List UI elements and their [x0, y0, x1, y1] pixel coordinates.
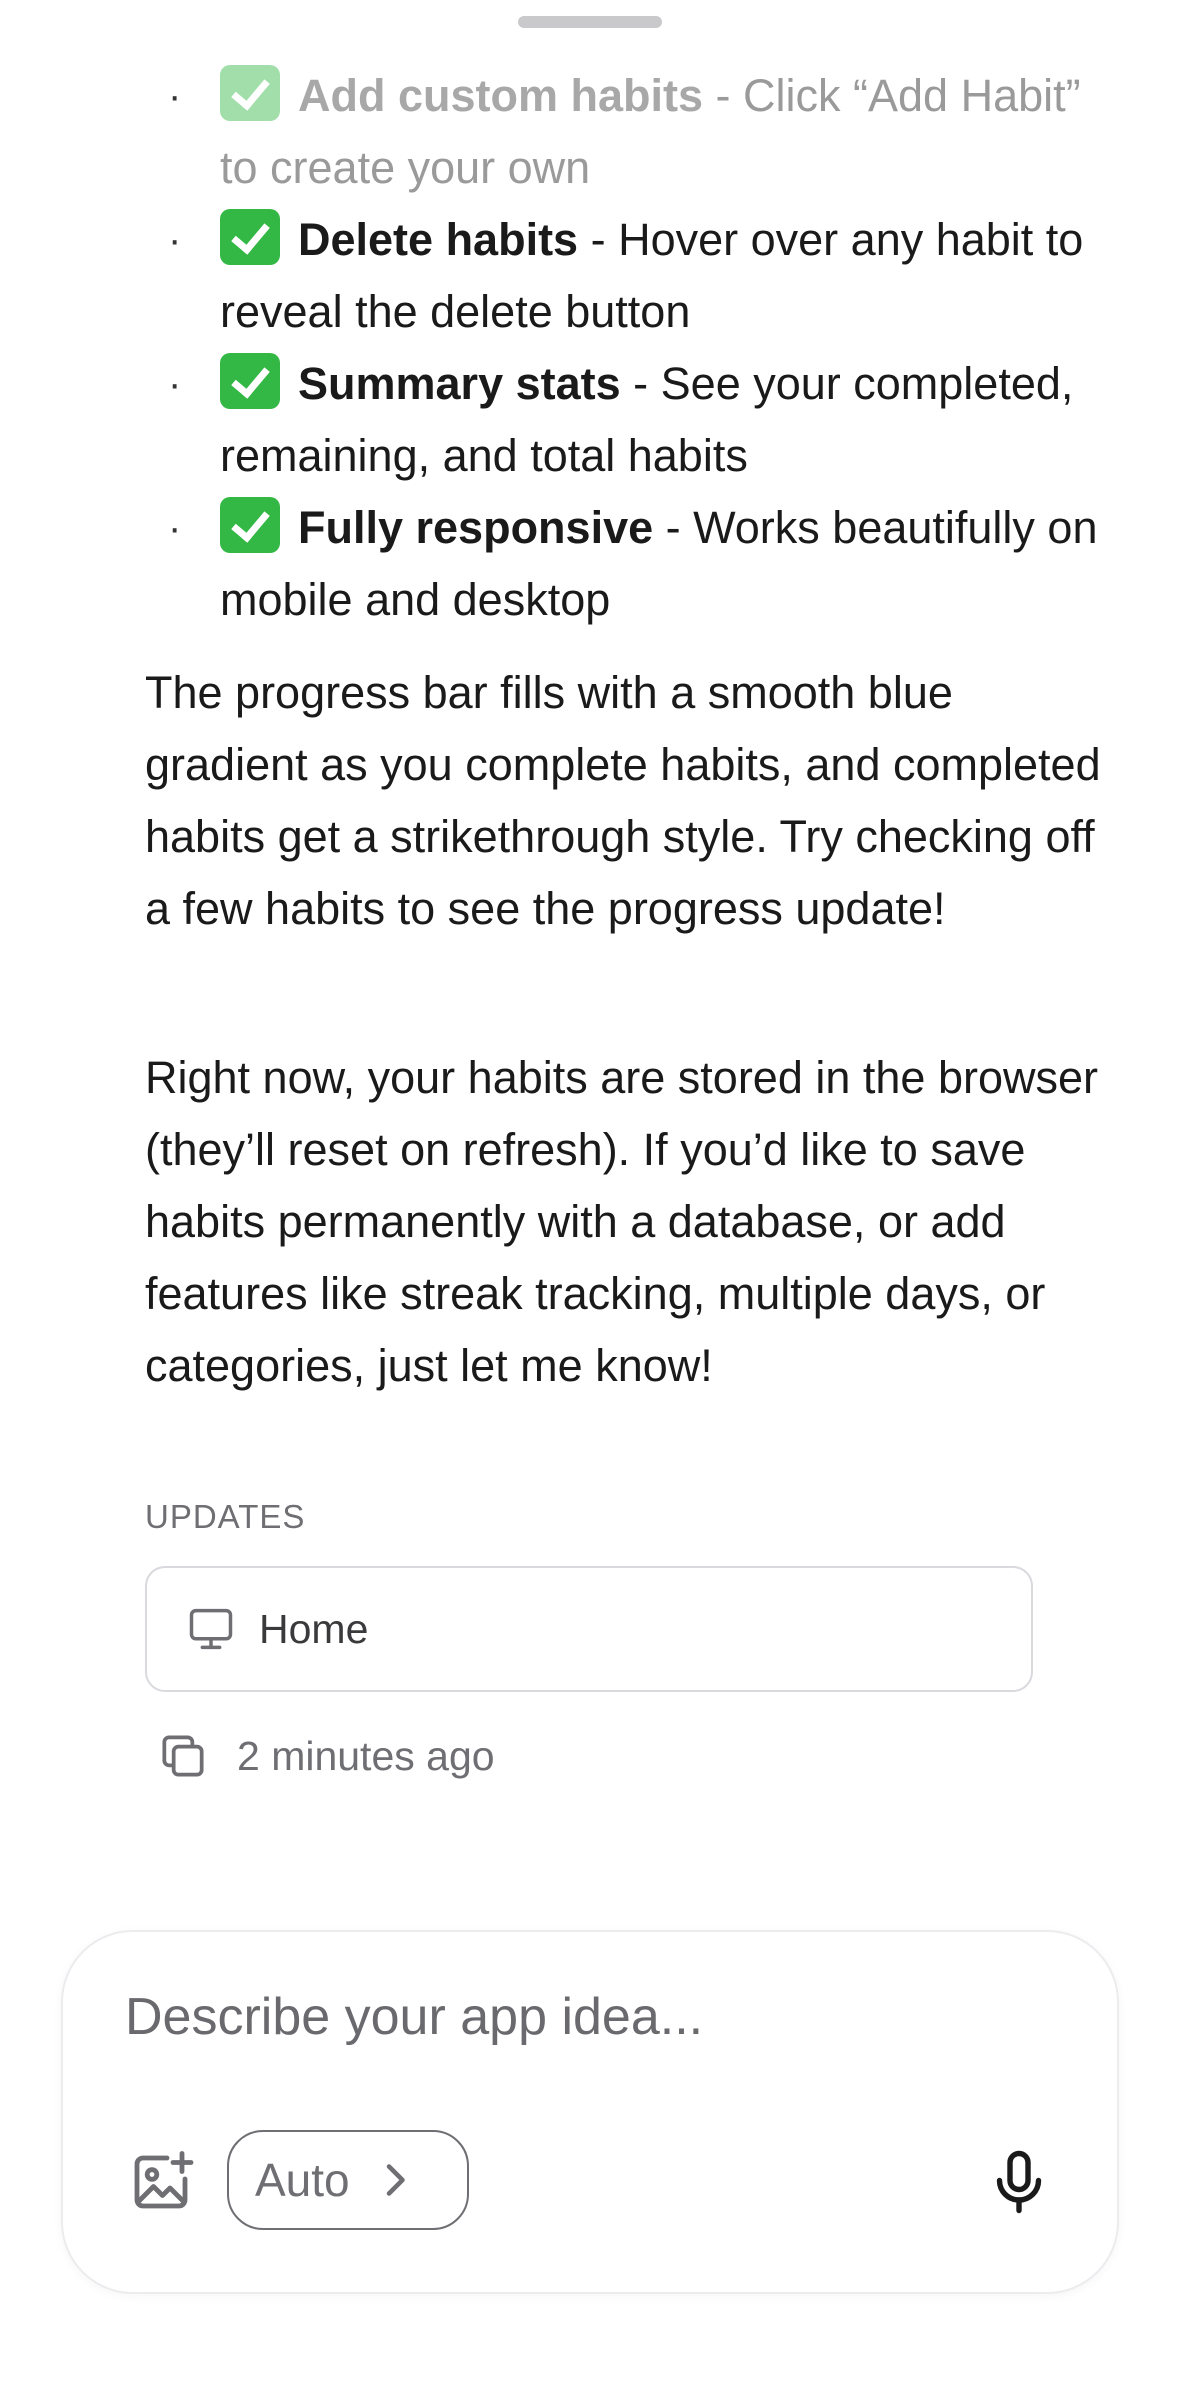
- bullet-dot: ·: [168, 506, 182, 550]
- check-emoji-icon: [220, 65, 280, 121]
- feature-item: · Add custom habits - Click “Add Habit” t…: [168, 60, 1130, 204]
- bullet-dot: ·: [168, 218, 182, 262]
- updates-label: UPDATES: [145, 1498, 306, 1535]
- mode-selector-label: Auto: [255, 2154, 350, 2206]
- chevron-right-icon: [380, 2162, 410, 2198]
- message-meta: 2 minutes ago: [155, 1728, 495, 1784]
- feature-title: Summary stats: [298, 358, 621, 409]
- composer: Auto: [61, 1930, 1119, 2294]
- feature-title: Delete habits: [298, 214, 579, 265]
- progress-paragraph: The progress bar fills with a smooth blu…: [145, 667, 1101, 934]
- copy-icon[interactable]: [155, 1728, 211, 1784]
- sheet-grabber[interactable]: [518, 16, 662, 28]
- feature-item: · Summary stats - See your completed, rem…: [168, 348, 1130, 492]
- storage-paragraph: Right now, your habits are stored in the…: [145, 1052, 1098, 1391]
- app-idea-input[interactable]: [125, 1982, 1025, 2052]
- image-add-icon[interactable]: [125, 2146, 197, 2218]
- feature-item: · Delete habits - Hover over any habit to…: [168, 204, 1130, 348]
- monitor-icon: [185, 1603, 237, 1655]
- check-emoji-icon: [220, 353, 280, 409]
- message-timestamp: 2 minutes ago: [237, 1732, 495, 1779]
- update-card-label: Home: [259, 1605, 369, 1652]
- microphone-icon[interactable]: [983, 2144, 1055, 2220]
- mode-selector-button[interactable]: Auto: [227, 2130, 469, 2230]
- bullet-dot: ·: [168, 74, 182, 118]
- feature-item: · Fully responsive - Works beautifully on…: [168, 492, 1130, 636]
- update-card-home[interactable]: Home: [145, 1566, 1033, 1692]
- bullet-dot: ·: [168, 362, 182, 406]
- feature-title: Add custom habits: [298, 70, 704, 121]
- feature-title: Fully responsive: [298, 502, 654, 553]
- feature-list: · Add custom habits - Click “Add Habit” t…: [168, 60, 1130, 636]
- check-emoji-icon: [220, 497, 280, 553]
- check-emoji-icon: [220, 209, 280, 265]
